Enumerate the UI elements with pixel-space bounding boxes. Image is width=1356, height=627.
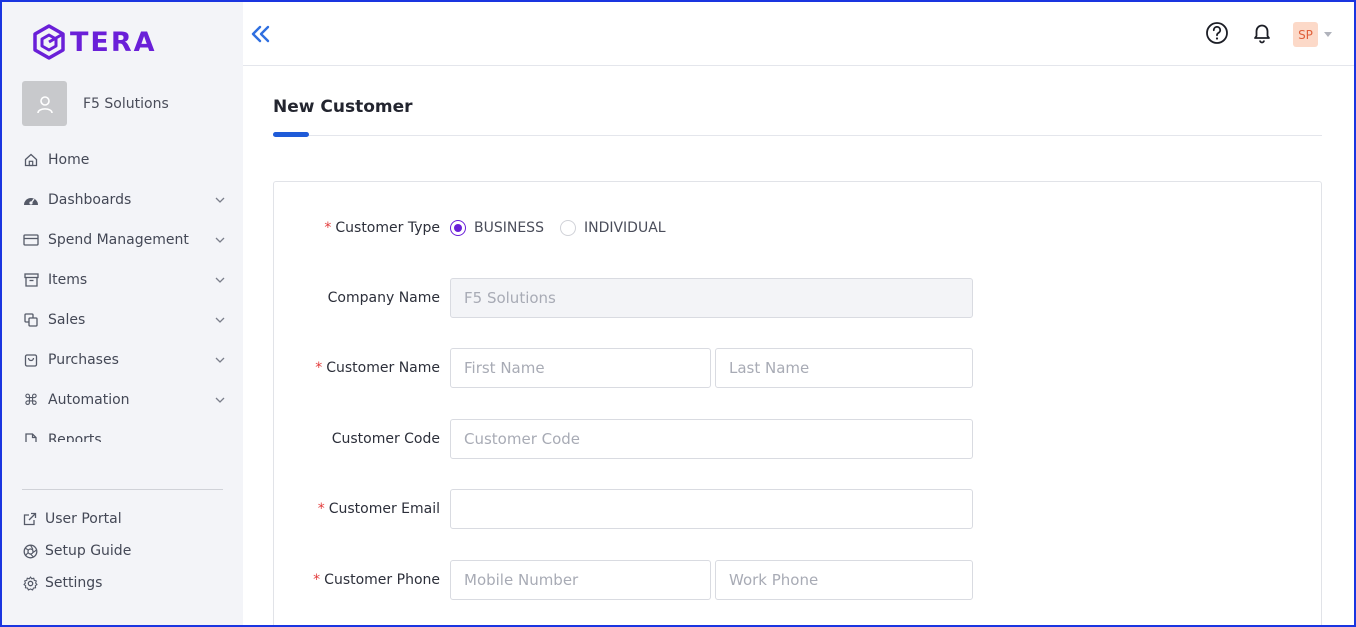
file-icon <box>22 431 40 442</box>
customer-phone-label: * Customer Phone <box>313 560 440 600</box>
bell-icon <box>1254 24 1270 44</box>
brand-logo[interactable]: TERA <box>32 24 157 60</box>
page-title: New Customer <box>273 97 413 117</box>
sidebar-item-spend-management[interactable]: Spend Management <box>2 220 243 260</box>
chevron-down-icon <box>213 393 227 407</box>
last-name-input[interactable] <box>715 348 973 388</box>
title-divider <box>273 135 1322 136</box>
help-button[interactable] <box>1204 20 1230 46</box>
dashboard-icon <box>22 191 40 209</box>
sidebar: TERA F5 Solutions Home Dashboards Spend … <box>2 2 243 625</box>
required-marker: * <box>313 572 321 588</box>
chevron-down-icon <box>213 233 227 247</box>
customer-email-label-text: Customer Email <box>328 501 440 517</box>
sidebar-item-automation[interactable]: ⌘ Automation <box>2 380 243 420</box>
sidebar-item-label: Spend Management <box>48 232 189 248</box>
sidebar-item-label: User Portal <box>45 511 122 527</box>
sidebar-item-dashboards[interactable]: Dashboards <box>2 180 243 220</box>
help-icon <box>1206 22 1228 44</box>
archive-icon <box>22 271 40 289</box>
sidebar-item-purchases[interactable]: Purchases <box>2 340 243 380</box>
caret-down-icon <box>1324 32 1332 37</box>
customer-type-radio-group: BUSINESS INDIVIDUAL <box>450 208 682 248</box>
external-link-icon <box>22 511 38 527</box>
company-name-field <box>450 278 973 318</box>
sidebar-bottom-nav: User Portal Setup Guide Settings <box>2 503 243 599</box>
customer-phone-label-text: Customer Phone <box>324 572 440 588</box>
customer-code-row: Customer Code <box>274 419 1323 459</box>
customer-type-label: * Customer Type <box>324 208 440 248</box>
required-marker: * <box>317 501 325 517</box>
sidebar-item-user-portal[interactable]: User Portal <box>2 503 243 535</box>
customer-code-input[interactable] <box>450 419 973 459</box>
sidebar-item-settings[interactable]: Settings <box>2 567 243 599</box>
gear-icon <box>22 575 38 591</box>
user-menu-button[interactable]: SP <box>1293 22 1332 47</box>
top-bar: SP <box>243 2 1354 66</box>
company-name-label: Company Name <box>327 290 440 306</box>
radio-label: BUSINESS <box>474 220 544 236</box>
sidebar-item-label: Automation <box>48 392 130 408</box>
org-name: F5 Solutions <box>83 95 169 112</box>
customer-phone-row: * Customer Phone <box>274 560 1323 600</box>
chevron-down-icon <box>213 193 227 207</box>
radio-label: INDIVIDUAL <box>583 220 666 236</box>
sidebar-item-sales[interactable]: Sales <box>2 300 243 340</box>
sidebar-item-label: Sales <box>48 312 86 328</box>
sidebar-item-label: Purchases <box>48 352 119 368</box>
radio-unchecked-icon <box>559 220 576 236</box>
work-phone-input[interactable] <box>715 560 973 600</box>
sidebar-item-label: Reports <box>48 432 102 442</box>
sidebar-item-reports[interactable]: Reports <box>2 420 243 442</box>
required-marker: * <box>315 360 323 376</box>
radio-checked-icon <box>450 220 466 236</box>
app-window: TERA F5 Solutions Home Dashboards Spend … <box>0 0 1356 627</box>
brand-name: TERA <box>70 26 157 58</box>
copy-icon <box>22 311 40 329</box>
sidebar-item-home[interactable]: Home <box>2 140 243 180</box>
bag-icon <box>22 351 40 369</box>
chevron-down-icon <box>213 273 227 287</box>
customer-name-row: * Customer Name <box>274 348 1323 388</box>
sidebar-item-label: Settings <box>45 575 103 591</box>
customer-form: * Customer Type BUSINESS INDIVIDUAL Comp… <box>273 181 1323 625</box>
avatar: SP <box>1293 22 1318 47</box>
first-name-input[interactable] <box>450 348 711 388</box>
radio-business[interactable]: BUSINESS <box>450 220 544 236</box>
sidebar-item-setup-guide[interactable]: Setup Guide <box>2 535 243 567</box>
chevron-down-icon <box>213 353 227 367</box>
sidebar-item-label: Setup Guide <box>45 543 132 559</box>
customer-name-label-text: Customer Name <box>326 360 440 376</box>
sidebar-item-label: Home <box>48 152 90 168</box>
customer-code-label: Customer Code <box>331 431 440 447</box>
chevron-down-icon <box>213 313 227 327</box>
company-name-row: Company Name <box>274 278 1323 318</box>
card-icon <box>22 231 40 249</box>
radio-individual[interactable]: INDIVIDUAL <box>559 220 666 236</box>
sidebar-item-label: Dashboards <box>48 192 132 208</box>
customer-type-label-text: Customer Type <box>335 220 440 236</box>
customer-name-label: * Customer Name <box>315 348 440 388</box>
double-chevron-left-icon <box>251 25 270 43</box>
customer-email-row: * Customer Email <box>274 489 1323 529</box>
sidebar-item-items[interactable]: Items <box>2 260 243 300</box>
customer-email-label: * Customer Email <box>318 489 440 529</box>
required-marker: * <box>324 220 332 236</box>
sidebar-divider <box>22 489 223 490</box>
org-avatar <box>22 81 67 126</box>
command-icon: ⌘ <box>23 391 39 409</box>
title-accent-bar <box>273 132 309 137</box>
collapse-sidebar-button[interactable] <box>249 22 273 46</box>
sidebar-nav: Home Dashboards Spend Management Items S… <box>2 140 243 442</box>
user-icon <box>36 95 53 113</box>
mobile-number-input[interactable] <box>450 560 711 600</box>
customer-email-input[interactable] <box>450 489 973 529</box>
home-icon <box>22 151 40 169</box>
customer-type-row: * Customer Type BUSINESS INDIVIDUAL <box>274 208 1323 248</box>
notifications-button[interactable] <box>1249 20 1275 46</box>
org-switcher[interactable]: F5 Solutions <box>22 81 169 126</box>
aperture-icon <box>22 543 38 559</box>
tera-logo-icon <box>33 24 65 60</box>
sidebar-item-label: Items <box>48 272 88 288</box>
